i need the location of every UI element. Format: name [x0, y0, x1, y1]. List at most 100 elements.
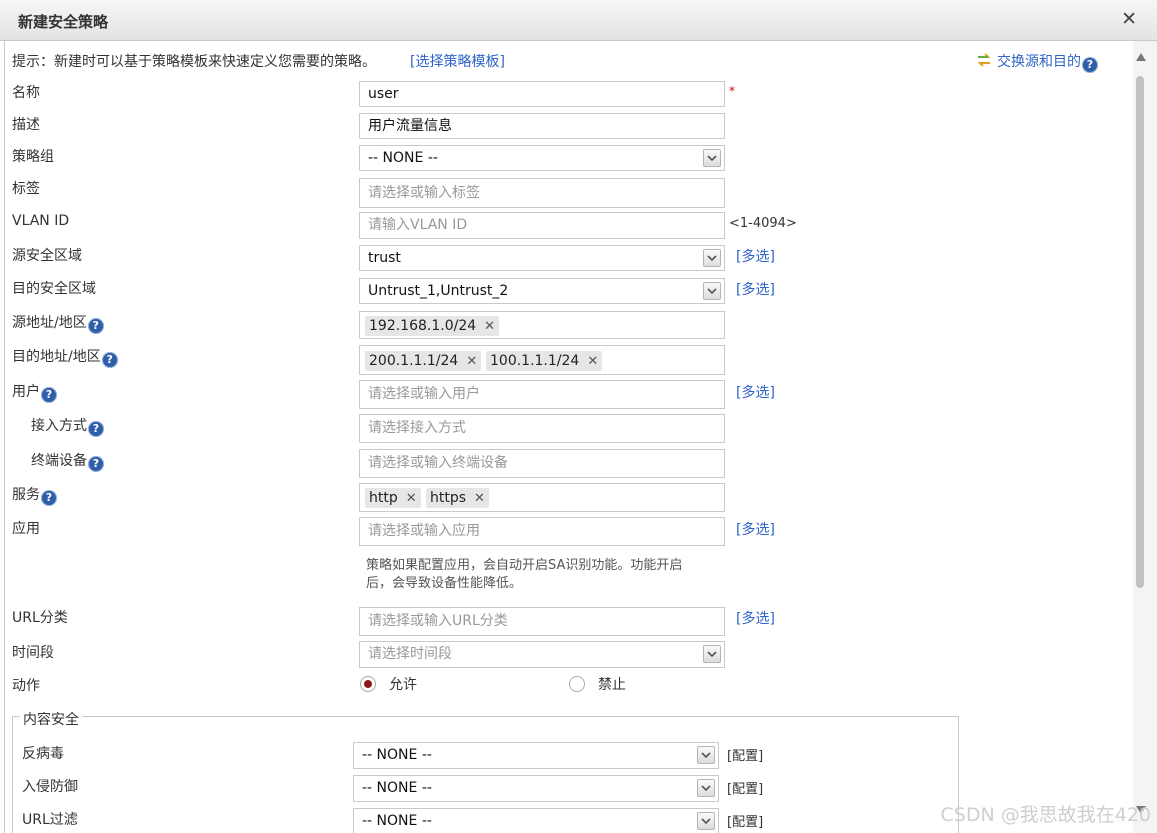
chevron-down-icon[interactable]	[703, 249, 721, 267]
help-icon[interactable]: ?	[1082, 57, 1098, 73]
chevron-down-icon[interactable]	[697, 812, 715, 830]
remove-tag-icon[interactable]: ✕	[587, 354, 598, 369]
access-mode-label-text: 接入方式	[31, 418, 87, 434]
service-tag: http ✕	[365, 488, 421, 508]
terminal-device-label: 终端设备?	[31, 450, 104, 472]
scroll-up-icon[interactable]	[1136, 53, 1146, 61]
user-input[interactable]: 请选择或输入用户	[359, 380, 725, 409]
dst-zone-multi-link[interactable]: [多选]	[736, 279, 775, 299]
dst-addr-tag: 100.1.1.1/24 ✕	[486, 351, 603, 371]
terminal-device-label-text: 终端设备	[31, 453, 87, 469]
swap-icon[interactable]	[975, 53, 993, 71]
remove-tag-icon[interactable]: ✕	[484, 319, 495, 334]
ips-select[interactable]: -- NONE --	[353, 775, 719, 802]
user-multi-link[interactable]: [多选]	[736, 382, 775, 402]
access-mode-input[interactable]: 请选择接入方式	[359, 414, 725, 443]
policy-group-select[interactable]: -- NONE --	[359, 145, 725, 171]
time-range-label: 时间段	[12, 645, 54, 661]
permit-label[interactable]: 允许	[389, 674, 417, 694]
remove-tag-icon[interactable]: ✕	[474, 491, 485, 506]
content-security-legend: 内容安全	[20, 709, 82, 729]
src-zone-value: trust	[368, 250, 401, 266]
src-zone-select[interactable]: trust	[359, 245, 725, 271]
vlan-range-hint: <1-4094>	[729, 216, 797, 231]
ips-label: 入侵防御	[22, 779, 78, 795]
tag-text: 200.1.1.1/24	[369, 353, 459, 369]
url-category-label: URL分类	[12, 610, 68, 626]
url-filter-select[interactable]: -- NONE --	[353, 808, 719, 833]
deny-label[interactable]: 禁止	[598, 674, 626, 694]
policy-group-label: 策略组	[12, 149, 54, 165]
application-note: 策略如果配置应用，会自动开启SA识别功能。功能开启 后，会导致设备性能降低。	[366, 557, 682, 593]
chevron-down-icon[interactable]	[703, 645, 721, 663]
application-input[interactable]: 请选择或输入应用	[359, 517, 725, 546]
deny-radio[interactable]	[569, 676, 585, 692]
application-note-line1: 策略如果配置应用，会自动开启SA识别功能。功能开启	[366, 558, 683, 573]
tag-input[interactable]: 请选择或输入标签	[359, 178, 725, 208]
name-label: 名称	[12, 85, 40, 101]
select-template-link[interactable]: [选择策略模板]	[410, 51, 505, 71]
src-addr-label: 源地址/地区?	[12, 312, 104, 334]
policy-group-value: -- NONE --	[368, 150, 438, 166]
dst-zone-select[interactable]: Untrust_1,Untrust_2	[359, 278, 725, 304]
permit-radio[interactable]	[360, 676, 376, 692]
ips-config-link[interactable]: [配置]	[727, 778, 763, 797]
chevron-down-icon[interactable]	[703, 149, 721, 167]
application-note-line2: 后，会导致设备性能降低。	[366, 576, 523, 591]
dst-zone-label: 目的安全区域	[12, 281, 96, 297]
help-icon[interactable]: ?	[101, 352, 118, 368]
dst-addr-tag: 200.1.1.1/24 ✕	[365, 351, 482, 371]
antivirus-select[interactable]: -- NONE --	[353, 742, 719, 769]
time-range-placeholder: 请选择时间段	[368, 646, 452, 662]
action-label: 动作	[12, 678, 40, 694]
required-mark: *	[729, 84, 735, 98]
tag-text: https	[430, 490, 467, 506]
remove-tag-icon[interactable]: ✕	[406, 491, 417, 506]
help-icon[interactable]: ?	[41, 387, 57, 403]
access-mode-label: 接入方式?	[31, 415, 104, 437]
vlan-id-label: VLAN ID	[12, 213, 70, 229]
dst-addr-label: 目的地址/地区?	[12, 346, 118, 368]
src-addr-tag: 192.168.1.0/24 ✕	[365, 316, 500, 336]
service-input[interactable]: http ✕ https ✕	[359, 483, 725, 512]
swap-src-dst-link[interactable]: 交换源和目的?	[997, 51, 1098, 73]
vlan-id-input[interactable]: 请输入VLAN ID	[359, 212, 725, 239]
application-label: 应用	[12, 521, 40, 537]
dst-addr-input[interactable]: 200.1.1.1/24 ✕ 100.1.1.1/24 ✕	[359, 345, 725, 375]
help-icon[interactable]: ?	[88, 421, 104, 437]
ips-value: -- NONE --	[362, 780, 432, 796]
url-filter-config-link[interactable]: [配置]	[727, 811, 763, 830]
antivirus-config-link[interactable]: [配置]	[727, 745, 763, 764]
close-icon[interactable]: ✕	[1121, 8, 1137, 30]
user-label-text: 用户	[12, 384, 40, 400]
url-filter-label: URL过滤	[22, 812, 78, 828]
src-zone-multi-link[interactable]: [多选]	[736, 246, 775, 266]
src-zone-label: 源安全区域	[12, 248, 82, 264]
url-filter-value: -- NONE --	[362, 813, 432, 829]
hint-text: 提示：新建时可以基于策略模板来快速定义您需要的策略。	[12, 54, 376, 70]
remove-tag-icon[interactable]: ✕	[466, 354, 477, 369]
dialog-title: 新建安全策略	[18, 13, 109, 31]
application-multi-link[interactable]: [多选]	[736, 519, 775, 539]
time-range-select[interactable]: 请选择时间段	[359, 641, 725, 668]
url-category-input[interactable]: 请选择或输入URL分类	[359, 607, 725, 636]
dialog-content: 提示：新建时可以基于策略模板来快速定义您需要的策略。 [选择策略模板] 交换源和…	[0, 41, 1133, 833]
vertical-scrollbar[interactable]	[1133, 41, 1157, 833]
dst-addr-label-text: 目的地址/地区	[12, 349, 101, 365]
src-addr-input[interactable]: 192.168.1.0/24 ✕	[359, 311, 725, 339]
chevron-down-icon[interactable]	[697, 746, 715, 764]
terminal-device-input[interactable]: 请选择或输入终端设备	[359, 449, 725, 478]
description-label: 描述	[12, 117, 40, 133]
help-icon[interactable]: ?	[41, 490, 57, 506]
help-icon[interactable]: ?	[87, 318, 104, 334]
swap-label[interactable]: 交换源和目的	[997, 54, 1081, 70]
chevron-down-icon[interactable]	[703, 282, 721, 300]
url-category-multi-link[interactable]: [多选]	[736, 608, 775, 628]
chevron-down-icon[interactable]	[697, 779, 715, 797]
service-label: 服务?	[12, 484, 57, 506]
tag-text: 100.1.1.1/24	[490, 353, 580, 369]
scrollbar-thumb[interactable]	[1136, 76, 1144, 588]
name-input[interactable]: user	[359, 81, 725, 107]
description-input[interactable]: 用户流量信息	[359, 113, 725, 139]
help-icon[interactable]: ?	[88, 456, 104, 472]
